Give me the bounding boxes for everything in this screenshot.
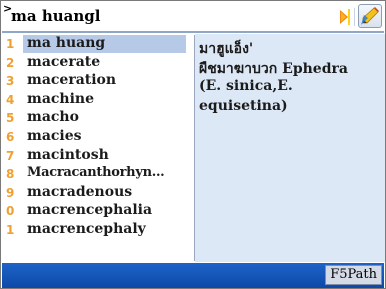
definition-line: มาฮูแอ็ง' <box>199 41 254 57</box>
list-item[interactable]: 0 macrencephalia <box>2 202 190 221</box>
list-item-word: machine <box>27 90 94 107</box>
search-bar: > <box>2 2 384 33</box>
list-item-number: 1 <box>6 222 15 237</box>
list-item[interactable]: 1 ma huang <box>2 35 190 54</box>
list-item[interactable]: 7 macintosh <box>2 147 190 166</box>
list-item[interactable]: 1 macrencephaly <box>2 221 190 240</box>
word-list: 1 ma huang 2 macerate 3 maceration 4 mac… <box>2 35 190 261</box>
list-item-number: 4 <box>6 92 15 107</box>
list-item[interactable]: 9 macradenous <box>2 184 190 203</box>
list-item-number: 1 <box>6 37 15 51</box>
definition-line: equisetina) <box>199 98 288 114</box>
list-item-word: maceration <box>27 72 117 89</box>
list-item-number: 9 <box>6 185 15 200</box>
list-item-word: macrencephalia <box>27 202 153 219</box>
definition-line: ผืชมาฆาบวก Ephedra <box>199 61 348 77</box>
list-item-number: 2 <box>6 55 15 70</box>
list-item-word: macies <box>27 127 82 144</box>
list-item-number: 3 <box>6 74 15 89</box>
dictionary-window: > 1 ma huang 2 macerate <box>0 0 386 289</box>
list-item-word: macintosh <box>27 146 109 163</box>
status-bar: F5Path <box>2 263 384 288</box>
list-item[interactable]: 2 macerate <box>2 54 190 73</box>
list-item-number: 6 <box>6 129 15 144</box>
f5-path-button[interactable]: F5Path <box>325 265 382 285</box>
list-item-number: 5 <box>6 111 15 126</box>
toolbar-separator <box>354 8 355 26</box>
list-item-word: Macracanthorhyn... <box>27 165 165 181</box>
list-item[interactable]: 4 machine <box>2 91 190 110</box>
list-item-word: macho <box>27 109 79 126</box>
list-item-number: 8 <box>6 167 15 182</box>
list-item-word: macrencephaly <box>27 220 146 237</box>
search-input[interactable] <box>11 4 341 28</box>
list-item[interactable]: 5 macho <box>2 109 190 128</box>
play-arrow-icon[interactable] <box>338 8 354 26</box>
list-item-word: macerate <box>27 53 101 70</box>
list-item[interactable]: 3 maceration <box>2 72 190 91</box>
list-item-number: 0 <box>6 204 15 219</box>
list-item[interactable]: 8 Macracanthorhyn... <box>2 165 190 184</box>
pencil-edit-icon[interactable] <box>358 4 382 28</box>
definition-line: (E. sinica,E. <box>199 78 293 94</box>
definition-pane: มาฮูแอ็ง' ผืชมาฆาบวก Ephedra (E. sinica,… <box>195 34 385 262</box>
list-item-number: 7 <box>6 148 15 163</box>
list-item[interactable]: 6 macies <box>2 128 190 147</box>
list-item-word: ma huang <box>23 35 186 53</box>
list-item-word: macradenous <box>27 183 133 200</box>
